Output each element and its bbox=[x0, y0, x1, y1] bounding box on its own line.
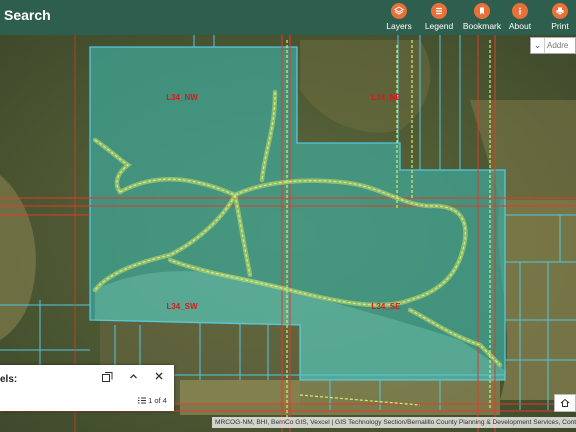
close-icon[interactable] bbox=[155, 372, 163, 383]
lot-label-sw: L34_SW bbox=[166, 302, 198, 311]
home-icon bbox=[560, 398, 570, 407]
pager-text: 1 of 4 bbox=[148, 396, 167, 405]
lot-label-nw: L34_NW bbox=[166, 93, 198, 102]
clearing bbox=[497, 200, 576, 400]
results-panel: els: 1 of 4 bbox=[0, 365, 174, 411]
print-button[interactable]: Print bbox=[537, 3, 576, 31]
about-icon bbox=[512, 3, 528, 19]
legend-label: Legend bbox=[424, 21, 454, 31]
chevron-down-icon[interactable]: ⌄ bbox=[531, 38, 545, 53]
dock-icon[interactable] bbox=[102, 372, 113, 385]
layers-icon bbox=[391, 3, 407, 19]
app-title: Search bbox=[4, 7, 51, 23]
app-header: Search Layers Legend Bookmark About Prin… bbox=[0, 0, 576, 35]
list-icon bbox=[138, 396, 148, 405]
panel-title: els: bbox=[0, 374, 18, 385]
map-attribution: MRCOG-NM, BHI, BernCo GIS, Vexcel | GIS … bbox=[212, 417, 576, 428]
clearing bbox=[180, 380, 500, 415]
result-pager[interactable]: 1 of 4 bbox=[138, 396, 167, 405]
legend-icon bbox=[431, 3, 447, 19]
home-button[interactable] bbox=[554, 394, 576, 412]
address-search[interactable]: ⌄ bbox=[530, 37, 576, 54]
legend-button[interactable]: Legend bbox=[416, 3, 462, 31]
chevron-up-icon[interactable] bbox=[129, 372, 138, 384]
print-label: Print bbox=[551, 21, 569, 31]
print-icon bbox=[552, 3, 568, 19]
bookmark-icon bbox=[474, 3, 490, 19]
lot-label-ne: L34_NE bbox=[371, 93, 401, 102]
lot-label-se: L34_SE bbox=[372, 302, 402, 311]
search-input[interactable] bbox=[545, 41, 575, 50]
